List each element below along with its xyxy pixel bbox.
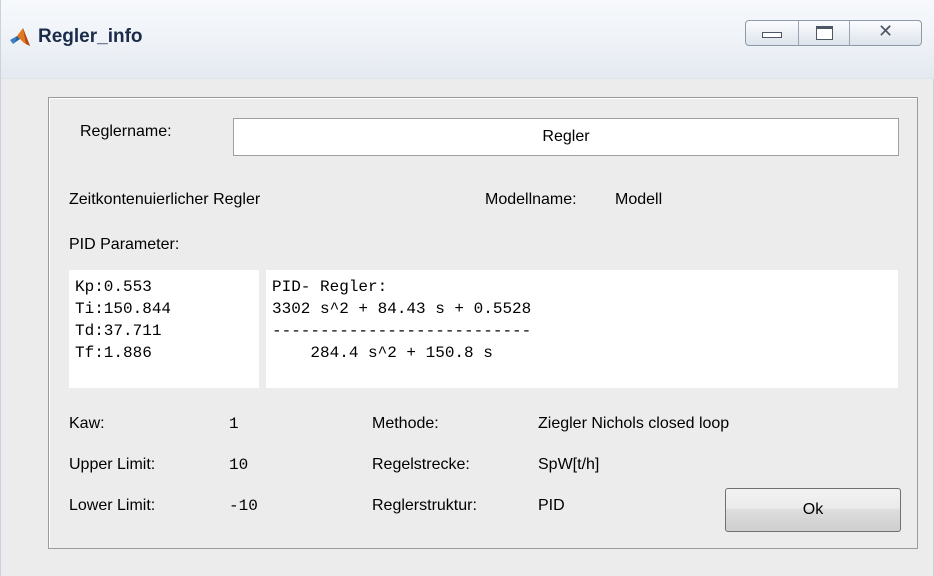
tf-numerator: 3302 s^2 + 84.43 s + 0.5528: [272, 300, 532, 318]
modellname-value: Modell: [615, 191, 663, 208]
tf-header: PID- Regler:: [272, 278, 388, 296]
caption-buttons: ✕: [745, 20, 922, 46]
reglername-label: Reglername:: [80, 123, 172, 140]
transfer-function-box: PID- Regler: 3302 s^2 + 84.43 s + 0.5528…: [266, 270, 898, 388]
regelstrecke-value: SpW[t/h]: [538, 456, 600, 473]
methode-value: Ziegler Nichols closed loop: [538, 415, 730, 432]
regelstrecke-label: Regelstrecke:: [372, 456, 470, 473]
window-title: Regler_info: [38, 26, 143, 47]
title-bar[interactable]: Regler_info ✕: [1, 0, 934, 79]
ok-button[interactable]: Ok: [725, 488, 901, 532]
kp-value: Kp:0.553: [75, 278, 152, 296]
pid-parameter-label: PID Parameter:: [69, 236, 180, 253]
maximize-button[interactable]: [799, 21, 850, 45]
td-value: Td:37.711: [75, 322, 162, 340]
minimize-icon: [762, 32, 782, 38]
reglername-field[interactable]: Regler: [233, 118, 899, 156]
controller-type-label: Zeitkontenuierlicher Regler: [69, 191, 261, 208]
pid-parameters-box: Kp:0.553 Ti:150.844 Td:37.711 Tf:1.886: [69, 270, 259, 388]
tf-value: Tf:1.886: [75, 344, 152, 362]
close-button[interactable]: ✕: [850, 21, 921, 45]
ti-value: Ti:150.844: [75, 300, 172, 318]
matlab-logo-icon: [10, 28, 30, 46]
kaw-value: 1: [229, 415, 239, 433]
lower-limit-label: Lower Limit:: [69, 497, 156, 514]
minimize-button[interactable]: [746, 21, 799, 45]
reglerstruktur-label: Reglerstruktur:: [372, 497, 477, 514]
maximize-icon: [816, 26, 833, 40]
reglerstruktur-value: PID: [538, 497, 565, 514]
kaw-label: Kaw:: [69, 415, 105, 432]
tf-denominator: 284.4 s^2 + 150.8 s: [272, 344, 493, 362]
upper-limit-value: 10: [229, 456, 249, 474]
modellname-label: Modellname:: [485, 191, 577, 208]
methode-label: Methode:: [372, 415, 439, 432]
close-icon: ✕: [877, 21, 894, 42]
lower-limit-value: -10: [229, 497, 258, 515]
upper-limit-label: Upper Limit:: [69, 456, 156, 473]
regler-info-window: Regler_info ✕ Reglername: Regler Zeitkon…: [0, 0, 934, 576]
tf-fraction-bar: ---------------------------: [272, 322, 532, 340]
